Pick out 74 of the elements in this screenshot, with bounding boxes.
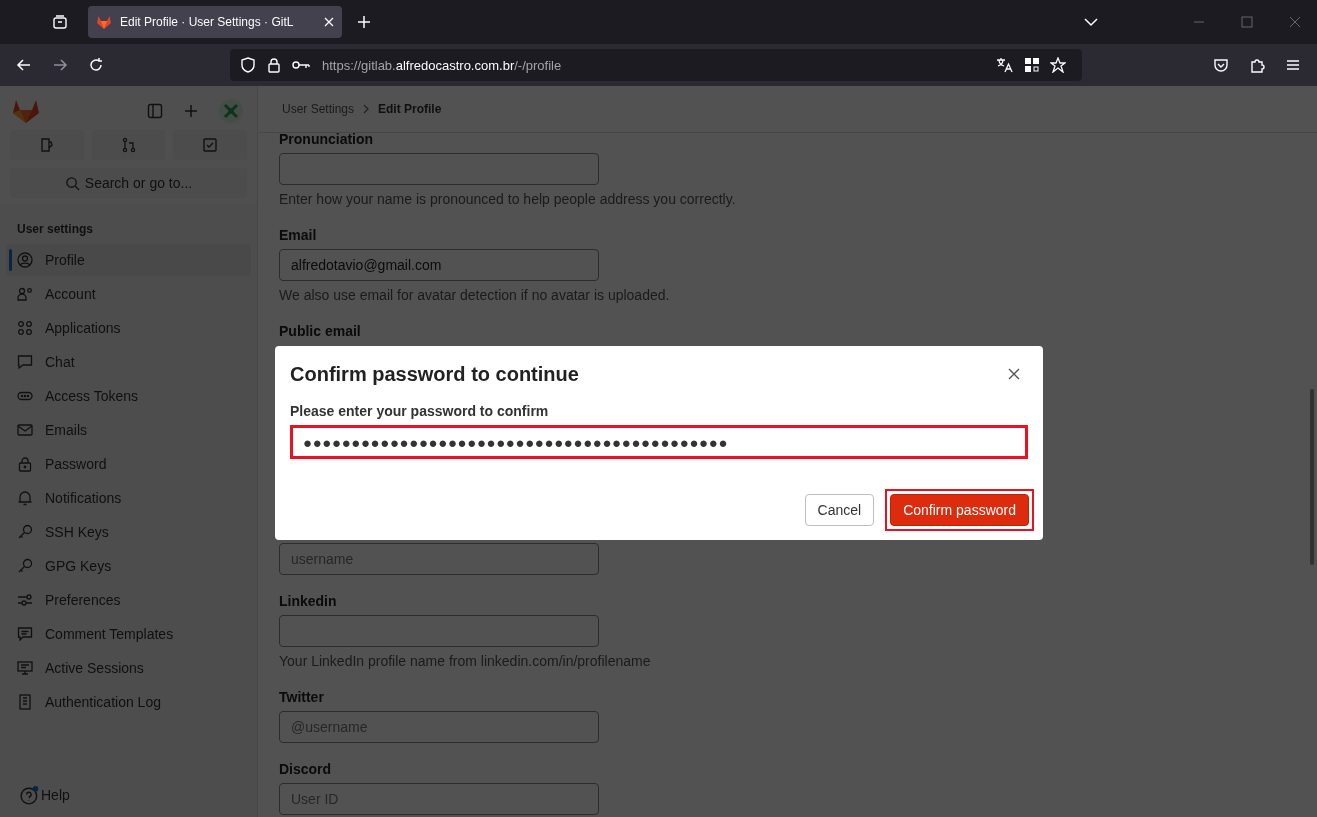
star-icon[interactable] xyxy=(1050,57,1066,73)
lock-icon[interactable] xyxy=(266,57,282,73)
nav-item[interactable]: Password xyxy=(6,448,251,480)
close-icon[interactable] xyxy=(1008,368,1020,380)
tab-list-icon[interactable] xyxy=(52,14,68,30)
cancel-button[interactable]: Cancel xyxy=(804,494,875,526)
tab-title: Edit Profile · User Settings · GitL xyxy=(120,15,295,29)
back-icon[interactable] xyxy=(16,57,32,73)
nav-item[interactable]: GPG Keys xyxy=(6,550,251,582)
url-text: https://gitlab.alfredocastro.com.br/-/profile xyxy=(322,57,562,73)
merge-request-icon xyxy=(120,137,137,153)
nav-item[interactable]: Emails xyxy=(6,414,251,446)
input-field[interactable]: alfredotavio@gmail.com xyxy=(279,249,599,281)
fox-icon xyxy=(96,14,112,30)
grid-icon xyxy=(17,320,33,336)
forward-icon[interactable] xyxy=(52,57,68,73)
scrollbar[interactable] xyxy=(1310,389,1314,565)
key-icon xyxy=(17,524,33,540)
key-icon[interactable] xyxy=(292,59,310,71)
checkbox-icon xyxy=(202,137,219,153)
section-title: User settings xyxy=(16,221,95,238)
nav-item[interactable]: Notifications xyxy=(6,482,251,514)
password-field[interactable]: ●●●●●●●●●●●●●●●●●●●●●●●●●●●●●●●●●●●●●●●●●●●● xyxy=(290,425,1028,459)
field-label: Please enter your password to confirm xyxy=(290,403,550,419)
translate-icon[interactable] xyxy=(996,57,1014,73)
nav-item[interactable]: SSH Keys xyxy=(6,516,251,548)
nav-item[interactable]: Access Tokens xyxy=(6,380,251,412)
nav-item[interactable]: Authentication Log xyxy=(6,686,251,718)
close-tab-icon[interactable] xyxy=(324,17,334,27)
list-icon xyxy=(17,694,33,710)
chevron-right-icon xyxy=(362,104,371,114)
help-link[interactable]: Help xyxy=(6,785,251,817)
puzzle-icon[interactable] xyxy=(1249,57,1265,73)
mail-icon xyxy=(17,422,33,438)
address-bar[interactable]: https://gitlab.alfredocastro.com.br/-/profile xyxy=(230,49,1082,81)
bell-icon xyxy=(17,490,33,506)
nav-item[interactable]: Account xyxy=(6,278,251,310)
sliders-icon xyxy=(17,592,33,608)
nav-item[interactable]: Active Sessions xyxy=(6,652,251,684)
chat-icon xyxy=(17,354,33,370)
confirm-button[interactable]: Confirm password xyxy=(890,494,1029,526)
field-label: Pronunciation xyxy=(279,130,375,149)
new-tab-icon[interactable] xyxy=(356,14,372,30)
field-label: Linkedin xyxy=(279,592,338,611)
help-icon xyxy=(20,785,40,805)
input-field[interactable] xyxy=(279,615,599,647)
nav-item[interactable]: Comment Templates xyxy=(6,618,251,650)
user-gear-icon xyxy=(17,286,33,302)
reload-icon[interactable] xyxy=(88,57,104,73)
grid-icon[interactable] xyxy=(1024,57,1040,73)
input-field[interactable] xyxy=(279,153,599,185)
breadcrumb-current: Edit Profile xyxy=(378,102,442,116)
field-label: Email xyxy=(279,226,318,245)
nav-item[interactable]: Preferences xyxy=(6,584,251,616)
field-label: Public email xyxy=(279,322,362,341)
browser-tab[interactable]: Edit Profile · User Settings · GitL xyxy=(88,6,342,38)
monitor-icon xyxy=(17,660,33,676)
lock-icon xyxy=(17,456,33,472)
sidebar-toggle-icon[interactable] xyxy=(147,103,163,119)
pocket-icon[interactable] xyxy=(1213,57,1229,73)
user-icon xyxy=(17,252,33,268)
search-icon xyxy=(64,175,80,191)
nav-item[interactable]: Profile xyxy=(6,244,251,276)
menu-icon[interactable] xyxy=(1285,57,1301,73)
nav-item[interactable]: Applications xyxy=(6,312,251,344)
nav-item[interactable]: Chat xyxy=(6,346,251,378)
shield-icon[interactable] xyxy=(240,57,256,73)
issues-icon xyxy=(38,137,55,153)
field-label: Twitter xyxy=(279,688,325,707)
dialog-title: Confirm password to continue xyxy=(290,362,579,386)
close-icon[interactable] xyxy=(1289,16,1301,28)
field-label: Discord xyxy=(279,760,333,779)
key-icon xyxy=(17,558,33,574)
comment-icon xyxy=(17,626,33,642)
